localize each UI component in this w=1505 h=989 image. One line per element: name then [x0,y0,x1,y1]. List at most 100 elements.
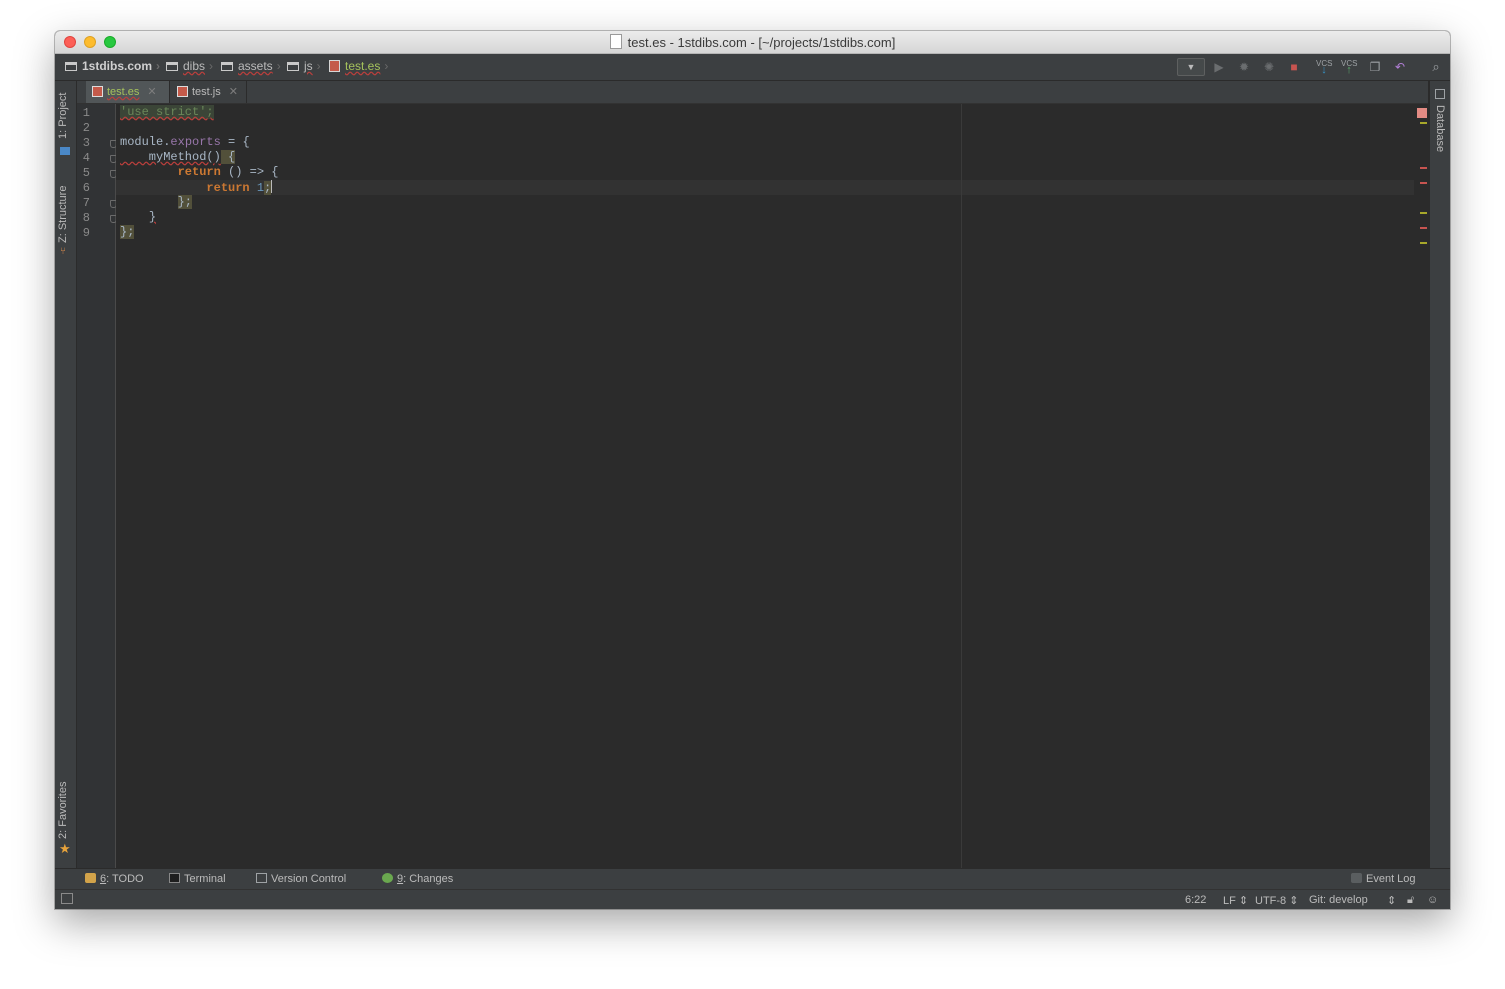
chevron-right-icon: › [316,59,321,73]
editor-tabs: test.es ✕ test.js ✕ [77,81,1428,104]
line-separator-selector[interactable]: LF ⇕ [1223,894,1248,907]
line-number: 9 [82,226,90,240]
title-bar: test.es - 1stdibs.com - [~/projects/1std… [55,31,1450,54]
vcs-update-button[interactable]: VCS ↓ [1316,60,1332,76]
run-configuration-dropdown[interactable]: ▼ [1177,58,1205,76]
chevron-right-icon: › [156,59,161,73]
tab-test-es[interactable]: test.es ✕ [86,81,170,103]
todo-icon [85,873,96,883]
breadcrumb-project[interactable]: 1stdibs.com › [65,59,160,75]
code-line-8: } [148,210,157,224]
error-stripe[interactable] [1420,182,1427,184]
tool-tab-project[interactable]: 1: Project [57,93,69,139]
es-file-icon [329,60,340,72]
tool-tab-database[interactable]: Database [1434,105,1446,152]
arrow-up-icon: ↑ [1346,64,1352,76]
warning-stripe[interactable] [1420,242,1427,244]
folder-icon [221,62,233,71]
folder-icon [287,62,299,71]
debug-icon[interactable]: ✹ [1236,60,1252,74]
version-control-icon [256,873,267,883]
breadcrumb-file[interactable]: test.es › [329,59,388,75]
event-log-icon [1351,873,1362,883]
warning-stripe[interactable] [1420,122,1427,124]
chevron-right-icon: › [276,59,281,73]
project-icon [60,147,70,155]
lock-icon[interactable]: 🔓︎ [1407,894,1414,907]
code-line-6: return 1; [206,180,273,195]
breadcrumb-assets[interactable]: assets › [221,59,281,75]
navigation-bar: 1stdibs.com › dibs › assets › js › test.es › … [55,54,1450,81]
text-caret [271,180,273,193]
tool-todo[interactable]: 6: TODO [85,873,144,885]
encoding-selector[interactable]: UTF-8 ⇕ [1255,894,1298,907]
error-stripe[interactable] [1420,167,1427,169]
code-line-5: return () => { [177,165,279,179]
document-icon [609,34,622,49]
line-number: 7 [82,196,90,210]
tool-changes[interactable]: 9: Changes [382,873,453,885]
line-number-gutter[interactable]: 1 2 3 4 5 6 7 8 9 [77,104,117,868]
error-indicator-icon[interactable] [1417,108,1427,118]
ide-window: test.es - 1stdibs.com - [~/projects/1std… [55,31,1450,909]
hector-icon[interactable]: ☺ [1427,894,1438,906]
close-icon[interactable]: ✕ [229,86,238,98]
line-number: 2 [82,121,90,135]
tool-tab-structure[interactable]: Z: Structure [57,186,69,243]
terminal-icon [169,873,180,883]
git-branch-selector[interactable]: Git: develop [1309,894,1368,906]
tool-windows-toggle-icon[interactable] [61,893,73,904]
code-line-7: }; [177,195,193,209]
up-down-icon[interactable]: ⇕ [1387,894,1396,907]
database-icon [1435,89,1445,99]
star-icon: ★ [59,841,71,856]
changes-icon [382,873,393,883]
error-stripe[interactable] [1420,227,1427,229]
chevron-right-icon: › [209,59,214,73]
tool-terminal[interactable]: Terminal [169,873,226,885]
window-title: test.es - 1stdibs.com - [~/projects/1std… [627,35,896,50]
code-line-3: module.exports = { [120,135,250,149]
line-number: 8 [82,211,90,225]
window-title-area: test.es - 1stdibs.com - [~/projects/1std… [55,34,1450,50]
tool-windows-bar: 6: TODO Terminal Version Control 9: Chan… [55,868,1450,890]
stop-icon[interactable]: ■ [1286,60,1302,74]
line-number: 3 [82,136,90,150]
es-file-icon [92,86,103,97]
line-number: 6 [82,181,90,195]
breadcrumb-dibs[interactable]: dibs › [166,59,213,75]
structure-icon: ⑂ [60,246,66,257]
tool-version-control[interactable]: Version Control [256,873,346,885]
right-margin-guide [961,104,962,868]
caret-row-highlight [116,180,1414,195]
folder-icon [65,62,77,71]
line-number: 5 [82,166,90,180]
tool-tab-favorites[interactable]: 2: Favorites [57,782,69,839]
up-down-icon: ⇕ [1238,895,1249,907]
right-tool-strip: Database [1429,81,1450,868]
coverage-icon[interactable]: ✺ [1261,60,1277,74]
breadcrumb-js[interactable]: js › [287,59,321,75]
code-editor[interactable]: 'use strict'; module.exports = { myMetho… [116,104,1428,868]
revert-icon[interactable]: ↶ [1392,60,1408,74]
run-icon[interactable]: ▶ [1211,60,1227,74]
folder-icon [166,62,178,71]
code-line-9: }; [120,225,135,239]
arrow-down-icon: ↓ [1321,64,1327,76]
compare-icon[interactable]: ❐ [1367,60,1383,74]
close-icon[interactable]: ✕ [147,86,156,98]
code-line-4: myMethod() { [120,150,236,164]
search-icon[interactable]: ⌕ [1428,60,1444,74]
left-tool-strip: 1: Project Z: Structure ⑂ 2: Favorites ★ [55,81,77,868]
tab-test-js[interactable]: test.js ✕ [171,81,247,103]
line-number: 4 [82,151,90,165]
chevron-down-icon: ▼ [1186,62,1196,72]
tool-event-log[interactable]: Event Log [1351,873,1416,885]
vcs-commit-button[interactable]: VCS ↑ [1341,60,1357,76]
warning-stripe[interactable] [1420,212,1427,214]
status-bar: 6:22 LF ⇕ UTF-8 ⇕ Git: develop ⇕ 🔓︎ ☺ [55,889,1450,909]
chevron-right-icon: › [384,59,389,73]
code-line-1: 'use strict'; [120,105,214,119]
js-file-icon [177,86,188,97]
caret-position[interactable]: 6:22 [1185,894,1206,906]
